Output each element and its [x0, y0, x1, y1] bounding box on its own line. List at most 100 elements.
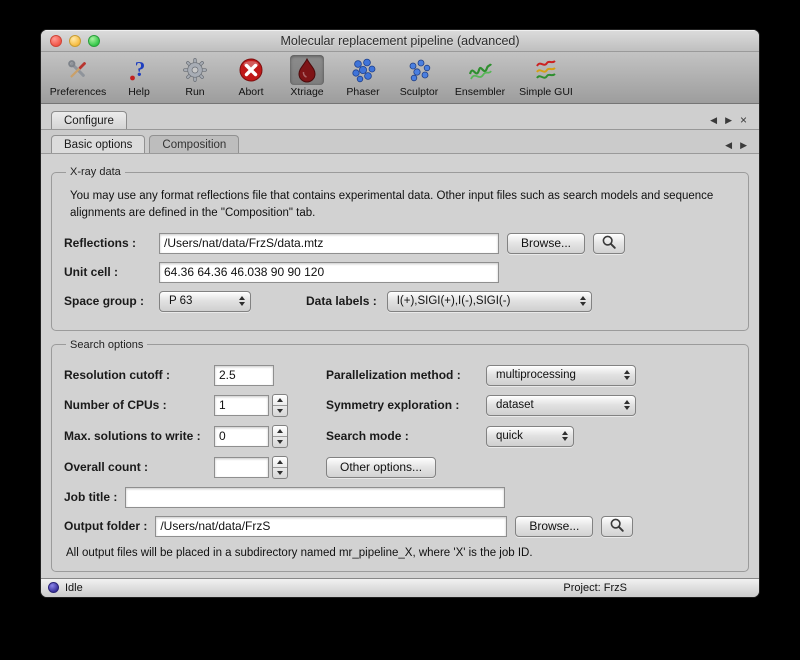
toolbar-preferences-label: Preferences — [50, 86, 107, 98]
sculptor-icon — [402, 55, 436, 85]
reflections-label: Reflections : — [64, 236, 159, 250]
toolbar-abort-label: Abort — [238, 86, 263, 98]
abort-icon — [234, 55, 268, 85]
popup-arrows-icon — [617, 370, 635, 380]
output-folder-input[interactable] — [155, 516, 507, 537]
toolbar-sculptor[interactable]: Sculptor — [393, 55, 445, 98]
status-bar: Idle Project: FrzS — [41, 578, 759, 597]
symmetry-exploration-value: dataset — [496, 399, 534, 411]
toolbar-phaser-label: Phaser — [346, 86, 379, 98]
output-footnote: All output files will be placed in a sub… — [66, 547, 734, 559]
subtab-scroll-left-icon[interactable]: ◀ — [725, 141, 732, 150]
max-solutions-label: Max. solutions to write : — [64, 429, 214, 443]
parallelization-method-popup[interactable]: multiprocessing — [486, 365, 636, 386]
toolbar-simple-gui-label: Simple GUI — [519, 86, 573, 98]
popup-arrows-icon — [573, 296, 591, 306]
spin-down-icon[interactable] — [273, 468, 287, 478]
max-solutions-input[interactable] — [214, 426, 269, 447]
number-of-cpus-input[interactable] — [214, 395, 269, 416]
tab-scroll-left-icon[interactable]: ◀ — [710, 116, 717, 125]
simple-gui-icon — [529, 55, 563, 85]
toolbar-abort[interactable]: Abort — [225, 55, 277, 98]
popup-arrows-icon — [555, 431, 573, 441]
space-group-value: P 63 — [169, 295, 192, 307]
popup-arrows-icon — [232, 296, 250, 306]
cpus-stepper[interactable] — [272, 394, 288, 417]
tab-basic-options[interactable]: Basic options — [51, 135, 145, 153]
overall-count-input[interactable] — [214, 457, 269, 478]
close-button[interactable] — [50, 35, 62, 47]
magnifier-icon — [609, 517, 625, 536]
data-labels-popup[interactable]: I(+),SIGI(+),I(-),SIGI(-) — [387, 291, 592, 312]
unit-cell-input[interactable] — [159, 262, 499, 283]
toolbar-run-label: Run — [185, 86, 204, 98]
symmetry-exploration-popup[interactable]: dataset — [486, 395, 636, 416]
zoom-button[interactable] — [88, 35, 100, 47]
xray-description: You may use any format reflections file … — [70, 188, 718, 223]
toolbar-help-label: Help — [128, 86, 150, 98]
search-options-group-title: Search options — [66, 339, 147, 351]
tab-basic-options-label: Basic options — [64, 139, 132, 151]
search-options-group: Search options Resolution cutoff : Paral… — [51, 339, 749, 572]
xray-data-group: X-ray data You may use any format reflec… — [51, 166, 749, 331]
unit-cell-label: Unit cell : — [64, 265, 159, 279]
space-group-popup[interactable]: P 63 — [159, 291, 251, 312]
tab-configure[interactable]: Configure — [51, 111, 127, 129]
tab-close-icon[interactable]: × — [740, 114, 747, 126]
spin-down-icon[interactable] — [273, 437, 287, 447]
spin-up-icon[interactable] — [273, 457, 287, 468]
spin-up-icon[interactable] — [273, 426, 287, 437]
job-title-label: Job title : — [64, 490, 117, 504]
traffic-lights — [50, 35, 100, 47]
basic-options-panel: X-ray data You may use any format reflec… — [41, 154, 759, 578]
reflections-browse-button[interactable]: Browse... — [507, 233, 585, 254]
sub-tab-row: Basic options Composition ◀ ▶ — [41, 130, 759, 154]
ensembler-icon — [463, 55, 497, 85]
resolution-cutoff-label: Resolution cutoff : — [64, 368, 214, 382]
output-folder-search-button[interactable] — [601, 516, 633, 537]
space-group-label: Space group : — [64, 294, 159, 308]
reflections-search-button[interactable] — [593, 233, 625, 254]
subtab-scroll-right-icon[interactable]: ▶ — [740, 141, 747, 150]
status-text: Idle — [65, 582, 83, 594]
toolbar-ensembler[interactable]: Ensembler — [449, 55, 511, 98]
toolbar-xtriage[interactable]: Xtriage — [281, 55, 333, 98]
number-of-cpus-label: Number of CPUs : — [64, 398, 214, 412]
resolution-cutoff-input[interactable] — [214, 365, 274, 386]
main-tab-row: Configure ◀ ▶ × — [41, 104, 759, 130]
other-options-button[interactable]: Other options... — [326, 457, 436, 478]
search-mode-label: Search mode : — [326, 429, 486, 443]
parallelization-method-value: multiprocessing — [496, 369, 576, 381]
preferences-icon — [61, 55, 95, 85]
job-title-input[interactable] — [125, 487, 505, 508]
max-solutions-stepper[interactable] — [272, 425, 288, 448]
tab-scroll-right-icon[interactable]: ▶ — [725, 116, 732, 125]
search-mode-popup[interactable]: quick — [486, 426, 574, 447]
sub-tab-nav: ◀ ▶ — [725, 141, 753, 153]
overall-count-stepper[interactable] — [272, 456, 288, 479]
tab-composition-label: Composition — [162, 139, 226, 151]
help-icon: ? — [122, 55, 156, 85]
tab-composition[interactable]: Composition — [149, 135, 239, 153]
toolbar-phaser[interactable]: Phaser — [337, 55, 389, 98]
spin-up-icon[interactable] — [273, 395, 287, 406]
phaser-icon — [346, 55, 380, 85]
toolbar-help[interactable]: ? Help — [113, 55, 165, 98]
minimize-button[interactable] — [69, 35, 81, 47]
project-label: Project: FrzS — [563, 582, 627, 594]
spin-down-icon[interactable] — [273, 406, 287, 416]
toolbar-simple-gui[interactable]: Simple GUI — [515, 55, 577, 98]
overall-count-label: Overall count : — [64, 460, 214, 474]
data-labels-value: I(+),SIGI(+),I(-),SIGI(-) — [397, 295, 511, 307]
reflections-input[interactable] — [159, 233, 499, 254]
main-tab-nav: ◀ ▶ × — [710, 114, 753, 129]
toolbar-xtriage-label: Xtriage — [290, 86, 323, 98]
output-folder-browse-button[interactable]: Browse... — [515, 516, 593, 537]
toolbar-preferences[interactable]: Preferences — [47, 55, 109, 98]
toolbar-sculptor-label: Sculptor — [400, 86, 439, 98]
run-icon — [178, 55, 212, 85]
titlebar[interactable]: Molecular replacement pipeline (advanced… — [41, 30, 759, 52]
toolbar-run[interactable]: Run — [169, 55, 221, 98]
popup-arrows-icon — [617, 400, 635, 410]
xray-data-group-title: X-ray data — [66, 166, 125, 178]
